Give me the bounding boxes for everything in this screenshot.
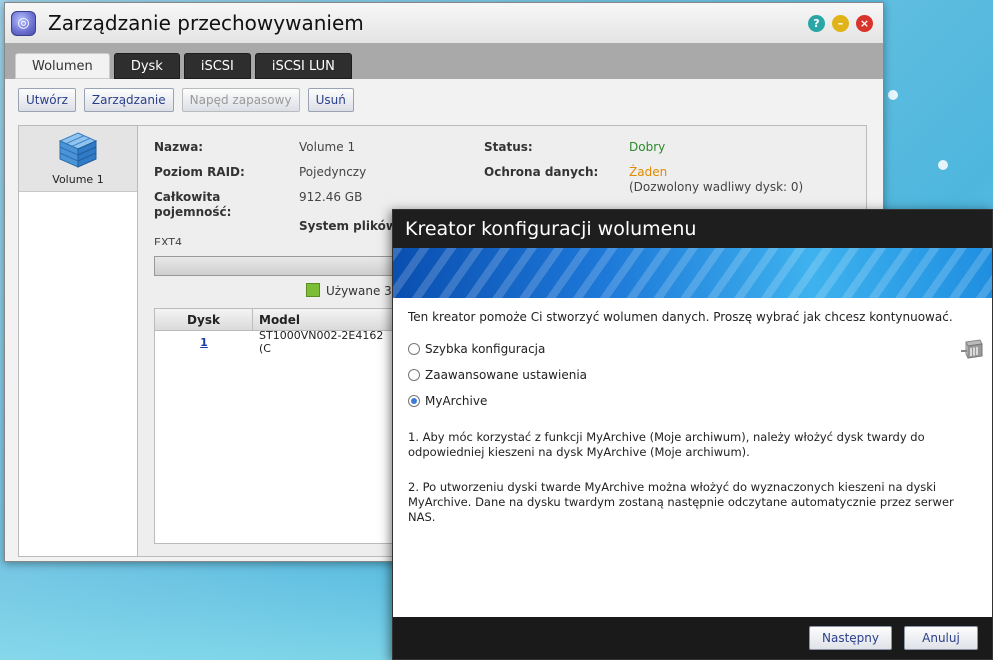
column-header-disk[interactable]: Dysk xyxy=(155,309,253,330)
table-row: 1 ST1000VN002-2E4162 (C xyxy=(155,329,393,355)
close-icon[interactable]: × xyxy=(856,15,873,32)
help-icon[interactable]: ? xyxy=(808,15,825,32)
volume-list: Volume 1 xyxy=(18,125,138,557)
option-quick-setup[interactable]: Szybka konfiguracja xyxy=(408,336,978,362)
tab-volume[interactable]: Wolumen xyxy=(15,53,110,79)
manage-button[interactable]: Zarządzanie xyxy=(83,88,174,112)
option-label: Szybka konfiguracja xyxy=(425,342,546,356)
window-title: Zarządzanie przechowywaniem xyxy=(48,11,364,35)
name-value: Volume 1 xyxy=(299,140,356,154)
disk-table: Dysk Model 1 ST1000VN002-2E4162 (C xyxy=(154,308,394,544)
volume-list-item[interactable]: Volume 1 xyxy=(19,126,137,192)
wizard-body: Ten kreator pomoże Ci stworzyć wolumen d… xyxy=(408,310,978,525)
used-legend-swatch xyxy=(306,283,320,297)
disk-link[interactable]: 1 xyxy=(200,336,208,349)
disk-model-cell: ST1000VN002-2E4162 (C xyxy=(259,329,384,355)
myarchive-note-2: 2. Po utworzeniu dyski twarde MyArchive … xyxy=(408,480,954,524)
window-controls: ? – × xyxy=(808,15,873,32)
cube-icon xyxy=(58,132,98,168)
filesystem-label: System plików: xyxy=(299,219,402,233)
wizard-footer: Następny Anuluj xyxy=(393,617,992,659)
status-value: Dobry xyxy=(629,140,666,154)
usage-bar xyxy=(154,256,414,276)
tab-iscsi[interactable]: iSCSI xyxy=(183,53,251,79)
desktop-dot xyxy=(888,90,898,100)
used-legend-label: Używane 3 xyxy=(326,284,392,298)
disk-table-header: Dysk Model xyxy=(155,309,393,331)
tab-bar: Wolumen Dysk iSCSI iSCSI LUN xyxy=(5,43,883,79)
column-header-model[interactable]: Model xyxy=(253,309,393,330)
capacity-value: 912.46 GB xyxy=(299,190,363,204)
radio-dot xyxy=(411,398,417,404)
name-label: Nazwa: xyxy=(154,140,204,154)
create-button[interactable]: Utwórz xyxy=(18,88,76,112)
raid-label: Poziom RAID: xyxy=(154,165,245,179)
wizard-intro: Ten kreator pomoże Ci stworzyć wolumen d… xyxy=(408,310,953,324)
storage-app-icon: ◎ xyxy=(11,10,36,36)
volume-list-label: Volume 1 xyxy=(52,173,104,186)
filesystem-value: EXT4 xyxy=(154,236,183,245)
radio-button-selected[interactable] xyxy=(408,395,420,407)
status-label: Status: xyxy=(484,140,533,154)
radio-button[interactable] xyxy=(408,369,420,381)
myarchive-icon xyxy=(961,339,983,359)
option-label: Zaawansowane ustawienia xyxy=(425,368,588,382)
tab-disk[interactable]: Dysk xyxy=(113,53,180,79)
protection-note: (Dozwolony wadliwy dysk: 0) xyxy=(629,180,804,194)
volume-wizard-dialog: Kreator konfiguracji wolumenu Ten kreato… xyxy=(392,209,993,660)
option-label: MyArchive xyxy=(425,394,488,408)
minimize-icon[interactable]: – xyxy=(832,15,849,32)
radio-button[interactable] xyxy=(408,343,420,355)
desktop-dot xyxy=(938,160,948,170)
option-myarchive[interactable]: MyArchive xyxy=(408,388,978,414)
wizard-banner xyxy=(393,248,992,298)
delete-button[interactable]: Usuń xyxy=(307,88,354,112)
protection-label: Ochrona danych: xyxy=(484,165,599,179)
tab-iscsi-lun[interactable]: iSCSI LUN xyxy=(254,53,352,79)
next-button[interactable]: Następny xyxy=(809,626,892,650)
option-advanced-settings[interactable]: Zaawansowane ustawienia xyxy=(408,362,978,388)
wizard-title: Kreator konfiguracji wolumenu xyxy=(393,210,992,248)
raid-value: Pojedynczy xyxy=(299,165,367,179)
toolbar: Utwórz Zarządzanie Napęd zapasowy Usuń xyxy=(5,79,883,121)
cancel-button[interactable]: Anuluj xyxy=(904,626,978,650)
capacity-label: Całkowita pojemność: xyxy=(154,190,232,219)
window-titlebar: ◎ Zarządzanie przechowywaniem ? – × xyxy=(5,3,883,43)
desktop-glow xyxy=(0,560,400,660)
myarchive-note-1: 1. Aby móc korzystać z funkcji MyArchive… xyxy=(408,430,925,459)
spare-drive-button[interactable]: Napęd zapasowy xyxy=(181,88,300,112)
protection-value: Żaden xyxy=(629,165,668,179)
